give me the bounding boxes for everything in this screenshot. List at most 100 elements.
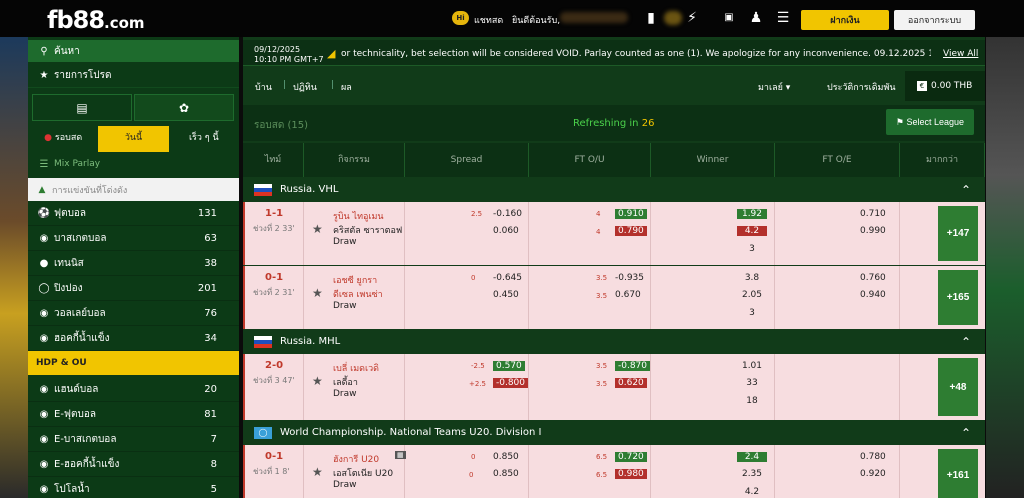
hdp-sport-item[interactable]: ◉ E-ฮอคกี้น้ำแข็ง 8 — [28, 452, 239, 477]
live-chat-link[interactable]: แชทสด — [474, 13, 503, 27]
even-odds[interactable]: 0.920 — [860, 469, 886, 479]
spread-away-odds[interactable]: -0.800 — [493, 378, 529, 388]
winner-away-odds[interactable]: 2.35 — [737, 469, 767, 479]
hdp-ou-section-header[interactable]: HDP & OU — [28, 351, 239, 375]
spread-home-odds[interactable]: -0.645 — [493, 273, 522, 283]
league-header[interactable]: ◯ World Championship. National Teams U20.… — [243, 420, 985, 445]
ou-over-odds[interactable]: 0.720 — [615, 452, 647, 462]
sport-item[interactable]: ◯ ปิงปอง 201 — [28, 276, 239, 301]
favorite-star-icon[interactable]: ★ — [312, 374, 323, 388]
winner-home-odds[interactable]: 3.8 — [737, 273, 767, 283]
spread-away-odds[interactable]: 0.060 — [493, 226, 519, 236]
sport-item[interactable]: ◉ บาสเกตบอล 63 — [28, 226, 239, 251]
select-league-button[interactable]: ⚑ Select League — [886, 109, 974, 135]
promotion-icon[interactable]: ▣ — [718, 9, 740, 27]
more-markets-button[interactable]: +161 — [938, 449, 978, 498]
sport-item[interactable]: ◉ วอลเลย์บอล 76 — [28, 301, 239, 326]
refresh-status[interactable]: Refreshing in 26 — [573, 118, 654, 129]
favorite-star-icon[interactable]: ★ — [312, 222, 323, 236]
nav-results[interactable]: ผล — [341, 80, 352, 94]
column-header: กิจกรรม — [304, 143, 405, 177]
bet-history-link[interactable]: ประวัติการเดิมพัน — [827, 80, 896, 94]
spread-away-odds[interactable]: 0.850 — [493, 469, 519, 479]
odd-odds[interactable]: 0.780 — [860, 452, 886, 462]
winner-away-odds[interactable]: 4.2 — [737, 226, 767, 236]
winner-draw-odds[interactable]: 18 — [737, 396, 767, 406]
winner-away-odds[interactable]: 33 — [737, 378, 767, 388]
hdp-sport-item[interactable]: ◉ โปโลน้ำ 5 — [28, 477, 239, 498]
draw-label: Draw — [333, 237, 357, 247]
winner-home-odds[interactable]: 1.01 — [737, 361, 767, 371]
odd-odds[interactable]: 0.710 — [860, 209, 886, 219]
hdp-sport-item[interactable]: ◉ E-ฟุตบอล 81 — [28, 402, 239, 427]
spread-away-odds[interactable]: 0.450 — [493, 290, 519, 300]
mix-parlay-item[interactable]: ☰ Mix Parlay — [28, 153, 239, 175]
match-score: 0-1 — [265, 451, 284, 462]
sport-item[interactable]: ● เทนนิส 38 — [28, 251, 239, 276]
spread-home-odds[interactable]: -0.160 — [493, 209, 522, 219]
winner-draw-odds[interactable]: 3 — [737, 308, 767, 318]
lightning-icon[interactable]: ⚡ — [684, 9, 700, 27]
spread-home-odds[interactable]: 0.570 — [493, 361, 525, 371]
user-icon[interactable]: ♟ — [748, 9, 764, 27]
spread-line: 0 — [469, 471, 474, 479]
event-view-tab[interactable]: ✿ — [134, 94, 234, 121]
ou-over-odds[interactable]: 0.910 — [615, 209, 647, 219]
favorite-star-icon[interactable]: ★ — [312, 465, 323, 479]
balance-display[interactable]: €0.00 THB — [905, 71, 985, 101]
collapse-chevron-icon[interactable]: ⌃ — [961, 335, 971, 349]
nav-calendar[interactable]: ปฏิทิน — [293, 80, 317, 94]
list-view-tab[interactable]: ▤ — [32, 94, 132, 121]
hdp-sport-item[interactable]: ◉ E-บาสเกตบอล 7 — [28, 427, 239, 452]
winner-away-odds[interactable]: 2.05 — [737, 290, 767, 300]
live-chat-icon[interactable]: Hi — [452, 11, 469, 25]
sport-item[interactable]: ◉ ฮอคกี้น้ำแข็ง 34 — [28, 326, 239, 351]
fb88-logo[interactable]: fb88.com — [47, 6, 145, 34]
more-markets-button[interactable]: +48 — [938, 358, 978, 416]
sidebar-favorites[interactable]: ★ รายการโปรด — [28, 64, 239, 88]
ou-under-odds[interactable]: 0.620 — [615, 378, 647, 388]
deposit-button[interactable]: ฝากเงิน — [801, 10, 889, 30]
league-header[interactable]: Russia. VHL ⌃ — [243, 177, 985, 202]
more-markets-button[interactable]: +147 — [938, 206, 978, 261]
tab-soon[interactable]: เร็ว ๆ นี้ — [169, 126, 239, 152]
nav-home[interactable]: บ้าน — [255, 80, 272, 94]
hdp-sport-item[interactable]: ◉ แฮนด์บอล 20 — [28, 377, 239, 402]
tab-live[interactable]: ● รอบสด — [28, 126, 98, 152]
even-odds[interactable]: 0.990 — [860, 226, 886, 236]
winner-draw-odds[interactable]: 3 — [737, 244, 767, 254]
ou-under-odds[interactable]: 0.790 — [615, 226, 647, 236]
view-all-link[interactable]: View All — [943, 49, 978, 59]
ou-line: 3.5 — [596, 380, 608, 388]
more-markets-button[interactable]: +165 — [938, 270, 978, 325]
main-nav: บ้าน | ปฏิทิน | ผล มาเลย์ ▾ ประวัติการเด… — [243, 70, 985, 100]
odds-format-select[interactable]: มาเลย์ ▾ — [758, 80, 790, 94]
collapse-chevron-icon[interactable]: ⌃ — [961, 183, 971, 197]
collapse-chevron-icon[interactable]: ⌃ — [961, 426, 971, 440]
stats-icon[interactable]: ▦ — [395, 451, 406, 459]
logout-button[interactable]: ออกจากระบบ — [894, 10, 975, 30]
favorite-star-icon[interactable]: ★ — [312, 286, 323, 300]
sport-icon: ◉ — [39, 307, 49, 319]
spread-home-odds[interactable]: 0.850 — [493, 452, 519, 462]
ou-over-odds[interactable]: -0.870 — [615, 361, 651, 371]
odd-odds[interactable]: 0.760 — [860, 273, 886, 283]
ou-under-odds[interactable]: 0.980 — [615, 469, 647, 479]
sport-item[interactable]: ⚽ ฟุตบอล 131 — [28, 201, 239, 226]
winner-home-odds[interactable]: 2.4 — [737, 452, 767, 462]
ou-under-odds[interactable]: 0.670 — [615, 290, 641, 300]
ou-over-odds[interactable]: -0.935 — [615, 273, 644, 283]
popular-match-search[interactable]: ▲ การแข่งขันที่โด่งดัง — [28, 178, 239, 201]
wallet-icon[interactable]: ▮ — [643, 9, 659, 27]
popular-match-placeholder: การแข่งขันที่โด่งดัง — [52, 185, 128, 196]
top-header: fb88.com Hi แชทสด ยินดีต้อนรับ, ▮ ⚡ ▣ ♟ … — [0, 0, 1024, 37]
refresh-countdown: 26 — [641, 118, 655, 129]
league-header[interactable]: Russia. MHL ⌃ — [243, 329, 985, 354]
even-odds[interactable]: 0.940 — [860, 290, 886, 300]
tab-today[interactable]: วันนี้ — [98, 126, 169, 152]
sidebar-search[interactable]: ⚲ ค้นหา — [28, 40, 239, 62]
hdp-ou-label: HDP & OU — [36, 358, 87, 368]
winner-draw-odds[interactable]: 4.2 — [737, 487, 767, 497]
winner-home-odds[interactable]: 1.92 — [737, 209, 767, 219]
bet-list-icon[interactable]: ☰ — [775, 9, 791, 27]
